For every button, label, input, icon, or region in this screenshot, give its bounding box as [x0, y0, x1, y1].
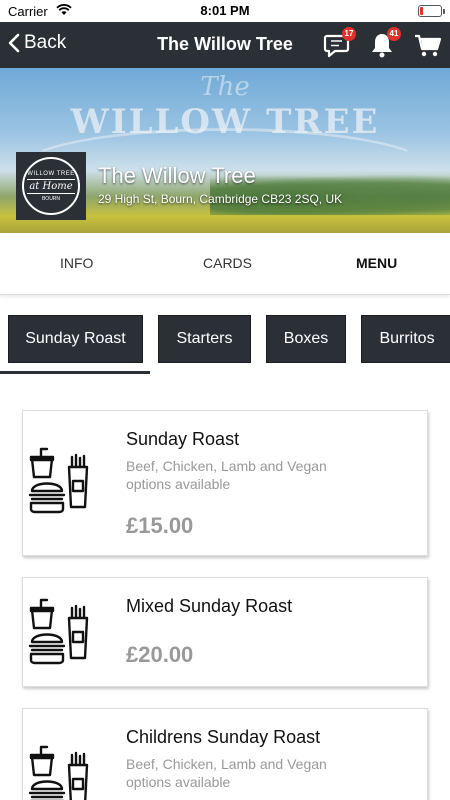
section-tabs: INFO CARDS MENU [0, 233, 450, 295]
nav-bar: Back The Willow Tree 17 41 [0, 22, 450, 68]
category-starters[interactable]: Starters [158, 315, 251, 363]
menu-item-description: Beef, Chicken, Lamb and Vegan options av… [126, 458, 327, 492]
logo-line-3: BOURN [41, 195, 61, 202]
chevron-left-icon [8, 33, 20, 53]
restaurant-address: 29 High St, Bourn, Cambridge CB23 2SQ, U… [98, 192, 343, 206]
chat-badge: 17 [342, 27, 356, 41]
fast-food-icon [28, 447, 89, 514]
back-label: Back [24, 32, 67, 53]
restaurant-name: The Willow Tree [98, 163, 256, 188]
menu-item-description: Beef, Chicken, Lamb and Vegan options av… [126, 756, 327, 790]
logo-line-1: WILLOW TREE [27, 170, 75, 177]
menu-item-name: Mixed Sunday Roast [126, 596, 293, 616]
category-sunday-roast[interactable]: Sunday Roast [8, 315, 143, 363]
menu-item-name: Sunday Roast [126, 429, 240, 449]
category-bar: Sunday Roast Starters Boxes Burritos [0, 315, 450, 375]
tab-menu[interactable]: MENU [356, 255, 397, 271]
notifications-button[interactable]: 41 [367, 27, 401, 60]
cart-icon [415, 34, 442, 57]
status-time: 8:01 PM [200, 3, 250, 18]
battery-icon [418, 5, 445, 17]
fast-food-icon [28, 598, 89, 665]
cart-button[interactable] [413, 30, 443, 60]
logo-line-2: at Home [27, 178, 75, 194]
banner-text: WILLOW TREE [70, 102, 380, 142]
category-boxes[interactable]: Boxes [266, 315, 346, 363]
tab-info[interactable]: INFO [60, 255, 93, 271]
menu-item-name: Childrens Sunday Roast [126, 727, 321, 747]
restaurant-header: The WILLOW TREE WILLOW TREE at Home BOUR… [0, 68, 450, 233]
menu-item-card[interactable]: Sunday Roast Beef, Chicken, Lamb and Veg… [22, 410, 428, 556]
restaurant-logo: WILLOW TREE at Home BOURN [16, 152, 86, 220]
category-burritos[interactable]: Burritos [361, 315, 450, 363]
banner-script-text: The [200, 72, 250, 102]
menu-item-card[interactable]: Mixed Sunday Roast £20.00 [22, 577, 428, 687]
menu-item-card[interactable]: Childrens Sunday Roast Beef, Chicken, La… [22, 708, 428, 800]
status-bar: Carrier 8:01 PM [0, 0, 450, 22]
page-title: The Willow Tree [157, 34, 293, 54]
menu-item-price: £20.00 [126, 642, 194, 667]
menu-item-price: £15.00 [126, 513, 194, 538]
category-active-indicator [0, 371, 150, 374]
back-button[interactable]: Back [8, 32, 66, 54]
tab-cards[interactable]: CARDS [203, 255, 252, 271]
chat-button[interactable]: 17 [322, 27, 356, 60]
notifications-badge: 41 [387, 27, 401, 41]
fast-food-icon [28, 745, 89, 800]
